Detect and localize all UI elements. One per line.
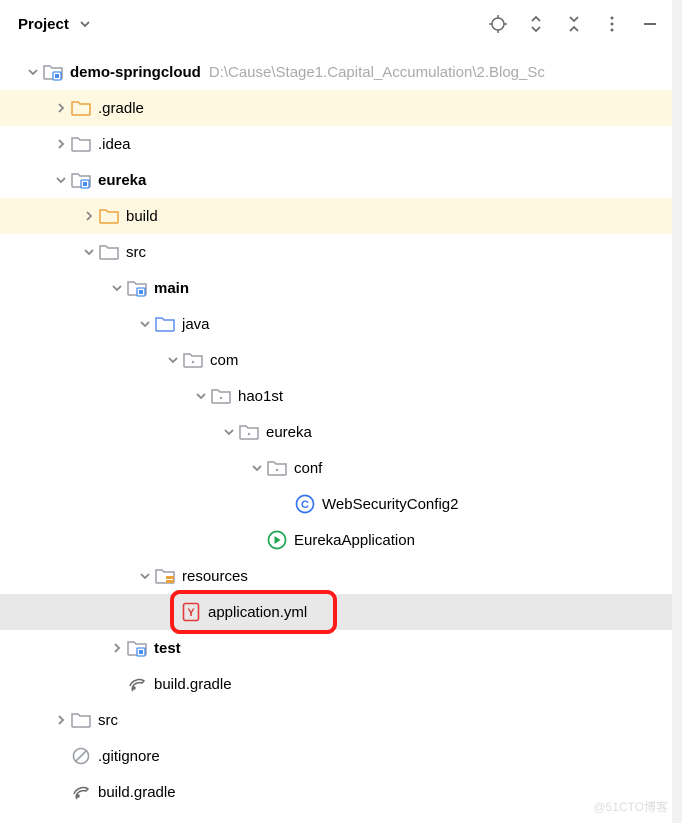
- expand-icon[interactable]: [526, 14, 546, 34]
- panel-header: Project: [0, 0, 672, 48]
- svg-text:C: C: [301, 499, 309, 511]
- chevron-down-icon: [75, 14, 95, 34]
- gradle-file-icon: [126, 673, 148, 695]
- ignore-file-icon: [70, 745, 92, 767]
- project-panel: Project: [0, 0, 682, 823]
- tree-node-java[interactable]: java: [0, 306, 672, 342]
- node-label: src: [126, 244, 146, 261]
- tree-node-resources[interactable]: resources: [0, 558, 672, 594]
- minimize-icon[interactable]: [640, 14, 660, 34]
- resources-folder-icon: [154, 565, 176, 587]
- chevron-down-icon[interactable]: [220, 423, 238, 441]
- chevron-right-icon[interactable]: [108, 639, 126, 657]
- node-label: com: [210, 352, 238, 369]
- node-label: resources: [182, 568, 248, 585]
- chevron-down-icon[interactable]: [248, 459, 266, 477]
- node-label: .idea: [98, 136, 131, 153]
- tree-node-src2[interactable]: src: [0, 702, 672, 738]
- tree-node-buildgradle2[interactable]: build.gradle: [0, 774, 672, 810]
- source-folder-icon: [154, 313, 176, 335]
- chevron-down-icon[interactable]: [192, 387, 210, 405]
- node-label: conf: [294, 460, 322, 477]
- tree-node-gradle[interactable]: .gradle: [0, 90, 672, 126]
- node-label: build.gradle: [154, 676, 232, 693]
- target-icon[interactable]: [488, 14, 508, 34]
- tree-node-src[interactable]: src: [0, 234, 672, 270]
- folder-icon: [98, 205, 120, 227]
- more-icon[interactable]: [602, 14, 622, 34]
- node-label: eureka: [266, 424, 312, 441]
- chevron-right-icon[interactable]: [80, 207, 98, 225]
- node-label: build.gradle: [98, 784, 176, 801]
- module-folder-icon: [70, 169, 92, 191]
- node-label: .gitignore: [98, 748, 160, 765]
- module-folder-icon: [42, 61, 64, 83]
- package-icon: [266, 457, 288, 479]
- node-label: java: [182, 316, 210, 333]
- tree-node-test[interactable]: test: [0, 630, 672, 666]
- node-label: eureka: [98, 172, 146, 189]
- node-path: D:\Cause\Stage1.Capital_Accumulation\2.B…: [209, 64, 545, 81]
- chevron-down-icon[interactable]: [164, 351, 182, 369]
- tree-node-main[interactable]: main: [0, 270, 672, 306]
- chevron-right-icon[interactable]: [52, 99, 70, 117]
- folder-icon: [70, 133, 92, 155]
- tree-node-eurekaapp[interactable]: EurekaApplication: [0, 522, 672, 558]
- node-label: test: [154, 640, 181, 657]
- tree-node-gitignore[interactable]: .gitignore: [0, 738, 672, 774]
- panel-toolbar: [488, 14, 660, 34]
- chevron-down-icon[interactable]: [136, 315, 154, 333]
- tree-node-root[interactable]: demo-springcloud D:\Cause\Stage1.Capital…: [0, 54, 672, 90]
- node-label: build: [126, 208, 158, 225]
- chevron-down-icon[interactable]: [80, 243, 98, 261]
- tree-node-buildgradle[interactable]: build.gradle: [0, 666, 672, 702]
- module-folder-icon: [126, 637, 148, 659]
- package-icon: [238, 421, 260, 443]
- tree-node-build[interactable]: build: [0, 198, 672, 234]
- node-label: demo-springcloud: [70, 64, 201, 81]
- module-folder-icon: [126, 277, 148, 299]
- folder-icon: [70, 709, 92, 731]
- callout-highlight: Y application.yml: [170, 590, 337, 634]
- tree-node-hao1st[interactable]: hao1st: [0, 378, 672, 414]
- chevron-down-icon[interactable]: [24, 63, 42, 81]
- node-label: src: [98, 712, 118, 729]
- node-label: WebSecurityConfig2: [322, 496, 458, 513]
- tree-node-com[interactable]: com: [0, 342, 672, 378]
- watermark: @51CTO博客: [593, 798, 668, 815]
- chevron-down-icon[interactable]: [108, 279, 126, 297]
- collapse-icon[interactable]: [564, 14, 584, 34]
- node-label: application.yml: [208, 604, 307, 621]
- package-icon: [182, 349, 204, 371]
- chevron-down-icon[interactable]: [136, 567, 154, 585]
- tree-node-eureka[interactable]: eureka: [0, 162, 672, 198]
- node-label: hao1st: [238, 388, 283, 405]
- node-label: .gradle: [98, 100, 144, 117]
- chevron-down-icon[interactable]: [52, 171, 70, 189]
- chevron-right-icon[interactable]: [52, 711, 70, 729]
- project-tree[interactable]: demo-springcloud D:\Cause\Stage1.Capital…: [0, 48, 672, 823]
- svg-text:Y: Y: [187, 607, 195, 619]
- tree-node-appyml[interactable]: Y application.yml: [0, 594, 672, 630]
- tree-node-conf[interactable]: conf: [0, 450, 672, 486]
- yaml-file-icon: Y: [180, 601, 202, 623]
- gradle-file-icon: [70, 781, 92, 803]
- tree-node-eureka-pkg[interactable]: eureka: [0, 414, 672, 450]
- panel-title-group[interactable]: Project: [18, 14, 95, 34]
- folder-icon: [98, 241, 120, 263]
- node-label: EurekaApplication: [294, 532, 415, 549]
- chevron-right-icon[interactable]: [52, 135, 70, 153]
- panel-title: Project: [18, 16, 69, 33]
- package-icon: [210, 385, 232, 407]
- run-class-icon: [266, 529, 288, 551]
- tree-node-websecurity[interactable]: C WebSecurityConfig2: [0, 486, 672, 522]
- folder-icon: [70, 97, 92, 119]
- class-icon: C: [294, 493, 316, 515]
- tree-node-idea[interactable]: .idea: [0, 126, 672, 162]
- node-label: main: [154, 280, 189, 297]
